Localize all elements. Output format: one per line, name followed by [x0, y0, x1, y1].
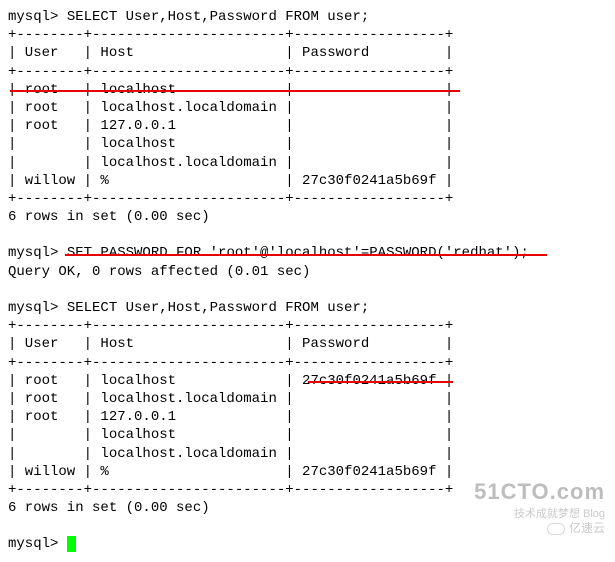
table-border: +--------+-----------------------+------…	[8, 354, 607, 372]
table-row: | root | 127.0.0.1 | |	[8, 408, 607, 426]
highlight-line	[308, 381, 453, 383]
sql-query: SELECT User,Host,Password FROM user;	[67, 300, 369, 316]
table-row: | | localhost | |	[8, 426, 607, 444]
result-footer: 6 rows in set (0.00 sec)	[8, 499, 607, 517]
table-header: | User | Host | Password |	[8, 44, 607, 62]
table-border: +--------+-----------------------+------…	[8, 26, 607, 44]
query-line-3: mysql> SELECT User,Host,Password FROM us…	[8, 299, 607, 317]
mysql-prompt: mysql>	[8, 245, 67, 261]
sql-query: SELECT User,Host,Password FROM user;	[67, 9, 369, 25]
blank-line	[8, 226, 607, 244]
result-footer: 6 rows in set (0.00 sec)	[8, 208, 607, 226]
table-border: +--------+-----------------------+------…	[8, 190, 607, 208]
table-row: | root | localhost.localdomain | |	[8, 390, 607, 408]
table-row: | | localhost | |	[8, 135, 607, 153]
query-line-1: mysql> SELECT User,Host,Password FROM us…	[8, 8, 607, 26]
table-row: | willow | % | 27c30f0241a5b69f |	[8, 172, 607, 190]
blank-line	[8, 281, 607, 299]
prompt-line[interactable]: mysql>	[8, 535, 607, 553]
table-row: | willow | % | 27c30f0241a5b69f |	[8, 463, 607, 481]
blank-line	[8, 517, 607, 535]
table-row: | root | 127.0.0.1 | |	[8, 117, 607, 135]
mysql-prompt: mysql>	[8, 9, 67, 25]
table-border: +--------+-----------------------+------…	[8, 63, 607, 81]
table-header: | User | Host | Password |	[8, 335, 607, 353]
table-border: +--------+-----------------------+------…	[8, 317, 607, 335]
highlight-line	[10, 90, 460, 92]
table-row: | | localhost.localdomain | |	[8, 445, 607, 463]
table-row: | | localhost.localdomain | |	[8, 154, 607, 172]
table-border: +--------+-----------------------+------…	[8, 481, 607, 499]
highlight-line	[65, 254, 547, 256]
table-row: | root | localhost.localdomain | |	[8, 99, 607, 117]
mysql-prompt: mysql>	[8, 536, 67, 552]
query-result: Query OK, 0 rows affected (0.01 sec)	[8, 263, 607, 281]
mysql-prompt: mysql>	[8, 300, 67, 316]
terminal-cursor	[67, 536, 76, 552]
